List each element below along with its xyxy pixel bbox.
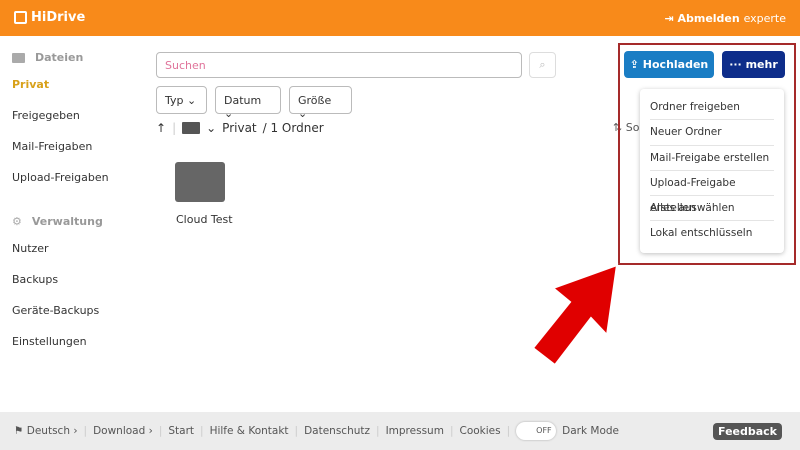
breadcrumb: ↑ | ⌄ Privat / 1 Ordner: [156, 121, 324, 135]
filter-label: Größe: [298, 94, 332, 107]
footer: ⚑ Deutsch › | Download › | Start | Hilfe & …: [0, 412, 800, 450]
breadcrumb-folder[interactable]: Privat: [222, 121, 256, 135]
user-name: experte: [743, 12, 786, 25]
search-icon: ⌕: [539, 58, 546, 71]
language-selector[interactable]: ⚑ Deutsch ›: [14, 425, 78, 437]
annotation-arrow-icon: [531, 263, 619, 367]
footer-link-datenschutz[interactable]: Datenschutz: [304, 425, 370, 437]
brand-name: HiDrive: [31, 10, 86, 25]
folder-count: / 1 Ordner: [262, 121, 324, 135]
filter-datum[interactable]: Datum ⌄: [215, 86, 281, 120]
footer-link-start[interactable]: Start: [168, 425, 194, 437]
sidebar-heading-admin: ⚙ Verwaltung: [12, 215, 103, 228]
folder-icon[interactable]: [175, 162, 225, 202]
dark-mode-toggle[interactable]: OFF: [516, 422, 557, 440]
up-arrow-icon[interactable]: ↑: [156, 121, 166, 135]
top-bar: HiDrive ⇥ Abmelden experte: [0, 0, 800, 36]
sidebar-item-geraete-backups[interactable]: Geräte-Backups: [12, 304, 99, 317]
footer-link-impressum[interactable]: Impressum: [386, 425, 444, 437]
download-link[interactable]: Download ›: [93, 425, 153, 437]
search-input[interactable]: Suchen: [156, 52, 522, 78]
sidebar-heading-files: Dateien: [12, 51, 83, 64]
hidrive-logo-icon: [14, 11, 27, 24]
gear-icon: ⚙: [12, 215, 22, 228]
folder-icon: [12, 52, 25, 63]
logo[interactable]: HiDrive: [14, 10, 85, 25]
sidebar-item-upload-freigaben[interactable]: Upload-Freigaben: [12, 171, 109, 184]
heading-label: Verwaltung: [31, 215, 103, 228]
sidebar-item-backups[interactable]: Backups: [12, 273, 58, 286]
feedback-button[interactable]: Feedback: [713, 423, 782, 440]
dark-mode-label: Dark Mode: [562, 425, 620, 437]
logout-label: Abmelden: [677, 12, 740, 25]
sidebar-item-freigegeben[interactable]: Freigegeben: [12, 109, 80, 122]
annotation-highlight-box: [618, 43, 796, 265]
footer-link-hilfe[interactable]: Hilfe & Kontakt: [210, 425, 289, 437]
sidebar-item-privat[interactable]: Privat: [12, 78, 49, 91]
sidebar-item-nutzer[interactable]: Nutzer: [12, 242, 49, 255]
download-label: Download: [93, 425, 146, 437]
language-label: Deutsch: [26, 425, 70, 437]
filter-groesse[interactable]: Größe ⌄: [289, 86, 352, 120]
file-name[interactable]: Cloud Test: [176, 213, 233, 226]
chevron-down-icon[interactable]: ⌄: [206, 121, 216, 135]
logout-button[interactable]: ⇥ Abmelden experte: [664, 12, 786, 25]
footer-link-cookies[interactable]: Cookies: [459, 425, 500, 437]
filter-label: Typ: [165, 94, 184, 107]
filter-label: Datum: [224, 94, 262, 107]
search-button[interactable]: ⌕: [529, 52, 556, 78]
heading-label: Dateien: [35, 51, 84, 64]
folder-icon: [182, 122, 201, 134]
filter-typ[interactable]: Typ ⌄: [156, 86, 207, 114]
sidebar-item-einstellungen[interactable]: Einstellungen: [12, 335, 87, 348]
sidebar-item-mail-freigaben[interactable]: Mail-Freigaben: [12, 140, 92, 153]
